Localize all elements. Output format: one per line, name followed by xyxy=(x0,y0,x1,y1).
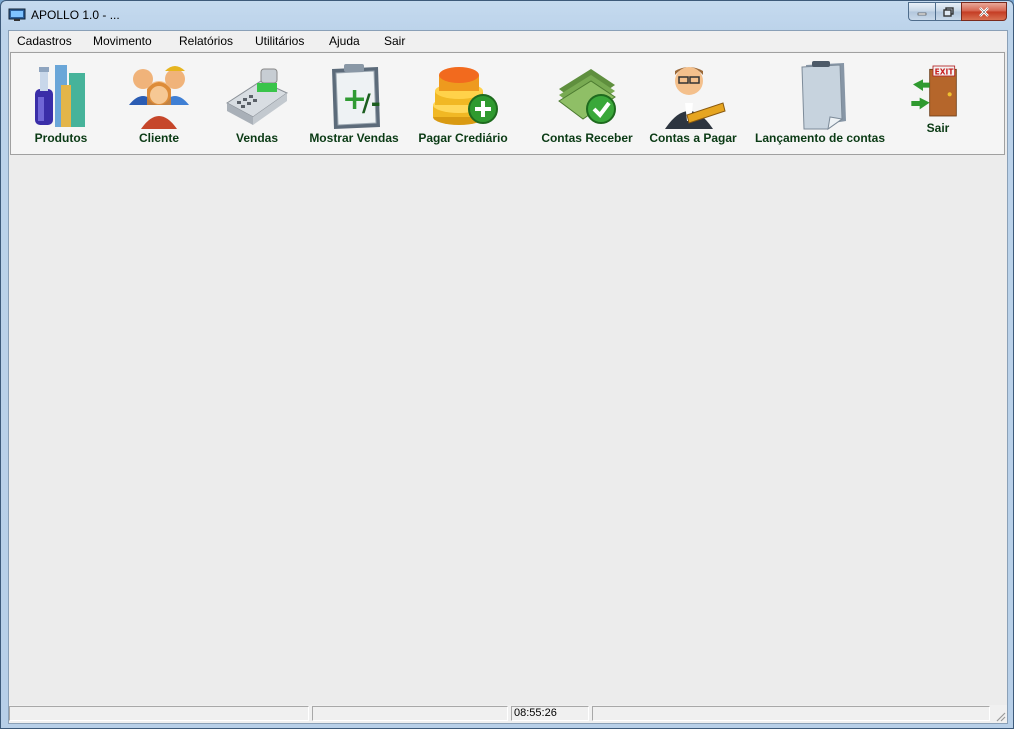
title-bar[interactable]: APOLLO 1.0 - ... xyxy=(1,1,1013,29)
people-group-icon xyxy=(129,66,189,129)
money-check-icon xyxy=(558,69,616,124)
person-book-icon xyxy=(665,67,726,129)
contas-a-pagar-button[interactable]: Contas a Pagar xyxy=(645,53,741,156)
toolbar-label: Lançamento de contas xyxy=(754,131,886,145)
toolbar-label: Cliente xyxy=(138,131,179,145)
toolbar-label: Produtos xyxy=(34,131,88,145)
sair-button[interactable]: EXIT Sair xyxy=(901,53,975,156)
menu-ajuda[interactable]: Ajuda xyxy=(329,34,360,48)
mostrar-vendas-button[interactable]: + /- Mostrar Vendas xyxy=(307,53,401,156)
window-title: APOLLO 1.0 - ... xyxy=(31,8,120,22)
status-panel-4 xyxy=(592,706,990,721)
vendas-button[interactable]: Vendas xyxy=(217,53,297,156)
menu-sair[interactable]: Sair xyxy=(384,34,405,48)
app-icon xyxy=(8,8,26,21)
status-panel-1 xyxy=(9,706,309,721)
status-panel-2 xyxy=(312,706,508,721)
close-button[interactable] xyxy=(961,2,1007,21)
toolbar-label: Contas Receber xyxy=(541,131,633,145)
document-icon xyxy=(801,61,846,131)
pagar-crediario-button[interactable]: Pagar Crediário xyxy=(415,53,511,156)
coins-add-icon xyxy=(433,67,498,125)
main-work-area xyxy=(9,156,1007,705)
client-area: Cadastros Movimento Relatórios Utilitári… xyxy=(8,30,1008,724)
toolbar-label: Sair xyxy=(926,121,950,135)
status-bar: 08:55:26 xyxy=(9,705,1007,723)
maximize-button[interactable] xyxy=(935,2,961,21)
plus-minus-clipboard-icon: + /- xyxy=(332,64,381,129)
lancamento-de-contas-button[interactable]: Lançamento de contas xyxy=(751,53,889,156)
menu-cadastros[interactable]: Cadastros xyxy=(17,34,72,48)
resize-grip-icon[interactable] xyxy=(994,710,1006,722)
status-time: 08:55:26 xyxy=(511,706,589,721)
restore-icon xyxy=(942,6,954,17)
toolbar-label: Vendas xyxy=(235,131,279,145)
minimize-icon xyxy=(917,12,927,15)
menu-relatorios[interactable]: Relatórios xyxy=(179,34,233,48)
cash-register-icon xyxy=(226,68,288,125)
menu-bar: Cadastros Movimento Relatórios Utilitári… xyxy=(9,31,1007,51)
menu-movimento[interactable]: Movimento xyxy=(93,34,152,48)
cliente-button[interactable]: Cliente xyxy=(119,53,199,156)
svg-text:EXIT: EXIT xyxy=(935,67,955,76)
caption-buttons xyxy=(908,2,1007,22)
menu-utilitarios[interactable]: Utilitários xyxy=(255,34,304,48)
exit-door-icon: EXIT xyxy=(911,65,957,117)
toolbar-label: Mostrar Vendas xyxy=(309,131,399,145)
bottles-chart-icon xyxy=(35,65,85,127)
produtos-button[interactable]: Produtos xyxy=(21,53,101,156)
app-window: APOLLO 1.0 - ... Cadastros Movimento Rel… xyxy=(0,0,1014,729)
toolbar-label: Pagar Crediário xyxy=(418,131,508,145)
close-icon xyxy=(979,6,989,17)
svg-text:/-: /- xyxy=(362,89,381,117)
toolbar-label: Contas a Pagar xyxy=(649,131,737,145)
contas-receber-button[interactable]: Contas Receber xyxy=(539,53,635,156)
toolbar: Produtos Cliente Vendas + /- Mostrar Ven… xyxy=(10,52,1005,155)
minimize-button[interactable] xyxy=(908,2,935,21)
